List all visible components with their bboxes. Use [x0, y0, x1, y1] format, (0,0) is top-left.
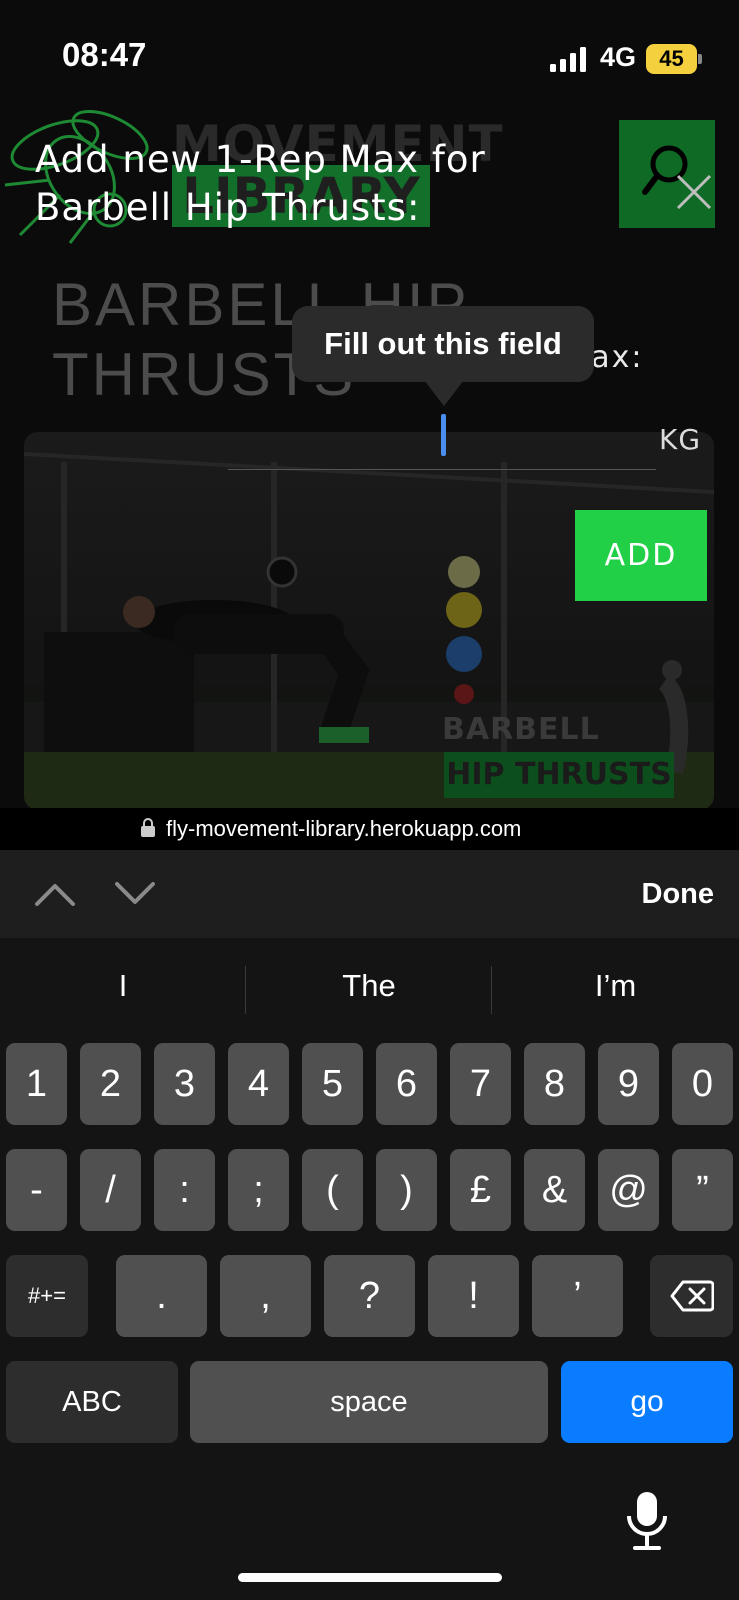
key-2[interactable]: 2: [80, 1043, 141, 1125]
key-semicolon[interactable]: ;: [228, 1149, 289, 1231]
suggestion-3[interactable]: I’m: [492, 958, 739, 1014]
battery-level: 45: [659, 46, 684, 71]
key-close-paren[interactable]: ): [376, 1149, 437, 1231]
key-question[interactable]: ?: [324, 1255, 415, 1337]
done-button[interactable]: Done: [604, 874, 715, 914]
add-button[interactable]: ADD: [575, 510, 707, 601]
web-page-background: MOVEMENT LIBRARY BARBELL HIP THRUSTS BAR…: [0, 0, 739, 808]
backspace-icon: [670, 1280, 714, 1312]
text-cursor: [441, 414, 446, 456]
url-bar[interactable]: fly-movement-library.herokuapp.com: [0, 808, 739, 850]
key-go[interactable]: go: [561, 1361, 733, 1443]
key-8[interactable]: 8: [524, 1043, 585, 1125]
video-caption-hip-thrusts: HIP THRUSTS: [444, 752, 674, 798]
key-slash[interactable]: /: [80, 1149, 141, 1231]
key-7[interactable]: 7: [450, 1043, 511, 1125]
key-9[interactable]: 9: [598, 1043, 659, 1125]
key-apostrophe[interactable]: ’: [532, 1255, 623, 1337]
tooltip-arrow: [424, 380, 464, 406]
key-exclamation[interactable]: !: [428, 1255, 519, 1337]
key-1[interactable]: 1: [6, 1043, 67, 1125]
unit-label: KG: [659, 423, 702, 456]
exercise-video[interactable]: BARBELL HIP THRUSTS: [24, 432, 714, 808]
key-comma[interactable]: ,: [220, 1255, 311, 1337]
modal-title: Add new 1-Rep Max for Barbell Hip Thrust…: [35, 138, 486, 229]
close-icon: [676, 174, 712, 210]
key-pound[interactable]: £: [450, 1149, 511, 1231]
key-colon[interactable]: :: [154, 1149, 215, 1231]
key-abc[interactable]: ABC: [6, 1361, 178, 1443]
key-at[interactable]: @: [598, 1149, 659, 1231]
form-accessory-bar: Done: [0, 850, 739, 938]
chevron-up-icon[interactable]: [34, 876, 76, 910]
microphone-icon[interactable]: [624, 1490, 670, 1552]
validation-tooltip: Fill out this field: [292, 306, 594, 382]
key-ampersand[interactable]: &: [524, 1149, 585, 1231]
delete-key[interactable]: [650, 1255, 733, 1337]
battery-nub: [698, 54, 702, 64]
key-period[interactable]: .: [116, 1255, 207, 1337]
close-button[interactable]: [672, 170, 716, 214]
key-space[interactable]: space: [190, 1361, 548, 1443]
suggestion-1[interactable]: I: [0, 958, 246, 1014]
key-5[interactable]: 5: [302, 1043, 363, 1125]
home-indicator[interactable]: [238, 1573, 502, 1582]
network-type: 4G: [600, 42, 637, 72]
tooltip-text: Fill out this field: [324, 326, 562, 361]
key-6[interactable]: 6: [376, 1043, 437, 1125]
lock-icon: [141, 818, 155, 837]
key-open-paren[interactable]: (: [302, 1149, 363, 1231]
key-3[interactable]: 3: [154, 1043, 215, 1125]
url-text: fly-movement-library.herokuapp.com: [166, 816, 522, 841]
chevron-down-icon[interactable]: [114, 876, 156, 910]
key-4[interactable]: 4: [228, 1043, 289, 1125]
key-hyphen[interactable]: -: [6, 1149, 67, 1231]
suggestion-2[interactable]: The: [246, 958, 492, 1014]
key-quote[interactable]: ”: [672, 1149, 733, 1231]
key-more-symbols[interactable]: #+=: [6, 1255, 88, 1337]
cellular-signal-icon: [550, 47, 586, 72]
battery-icon: 45: [646, 44, 702, 74]
status-time: 08:47: [62, 36, 147, 73]
battery-body: 45: [646, 44, 697, 74]
predictive-suggestions: I The I’m: [0, 938, 739, 1038]
video-caption-barbell: BARBELL: [442, 712, 600, 747]
key-0[interactable]: 0: [672, 1043, 733, 1125]
